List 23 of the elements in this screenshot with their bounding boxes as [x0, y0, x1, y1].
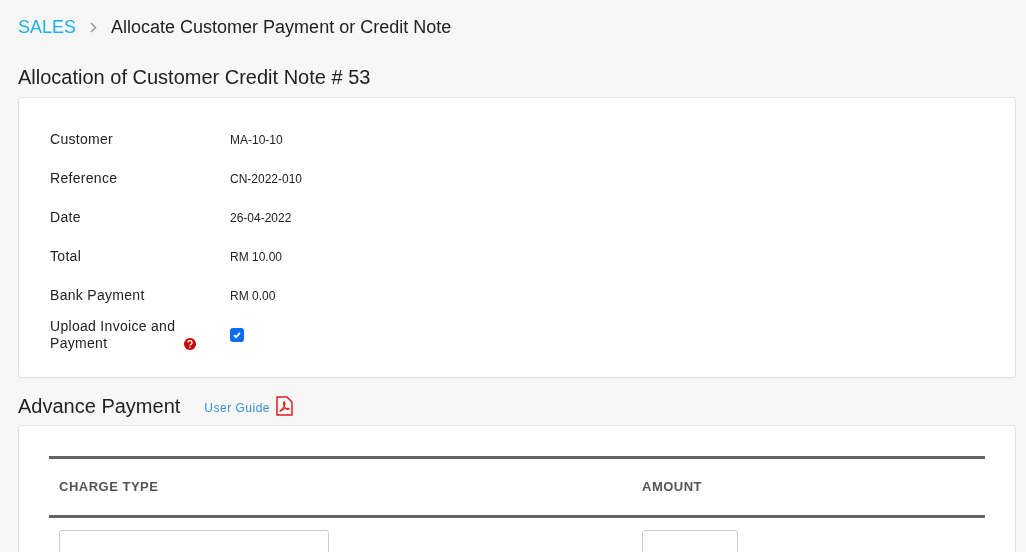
breadcrumb-link[interactable]: SALES	[18, 13, 77, 41]
field-value: MA-10-10	[230, 131, 283, 149]
field-value: 26-04-2022	[230, 209, 292, 227]
field-label: Total	[50, 247, 82, 266]
field-label: Date	[50, 208, 81, 227]
field-label: Customer	[50, 130, 114, 149]
section-title: Allocation of Customer Credit Note # 53	[18, 65, 372, 89]
check-icon	[232, 329, 242, 340]
field-value: CN-2022-010	[230, 170, 303, 188]
chevron-icon	[90, 21, 98, 33]
column-header: CHARGE TYPE	[59, 478, 160, 497]
help-icon[interactable]	[184, 337, 196, 350]
pdf-icon[interactable]	[276, 396, 294, 416]
page-title: Allocate Customer Payment or Credit Note	[111, 15, 452, 39]
checkbox[interactable]	[230, 327, 244, 342]
column-header: AMOUNT	[642, 478, 703, 497]
field-value: RM 0.00	[230, 287, 276, 305]
field-value: RM 10.00	[230, 248, 283, 266]
section-title: Advance Payment	[18, 394, 181, 418]
user-guide-link[interactable]: User Guide	[204, 399, 271, 417]
field-label: Bank Payment	[50, 286, 145, 305]
field-label: Upload Invoice and Payment	[50, 317, 177, 352]
field-label: Reference	[50, 169, 118, 188]
